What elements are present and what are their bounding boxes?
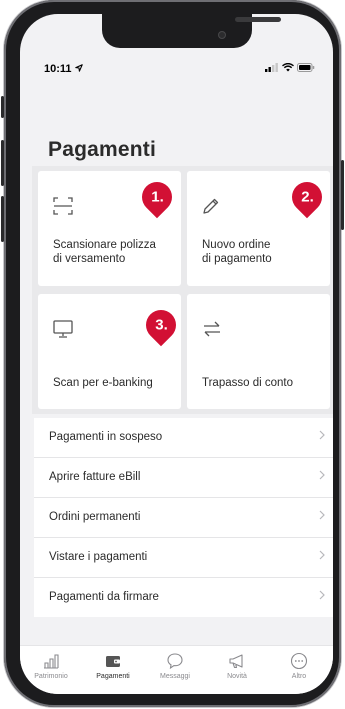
- tab-label: Patrimonio: [34, 673, 68, 680]
- tab-altro[interactable]: Altro: [268, 652, 330, 680]
- chat-bubble-icon: [167, 653, 183, 670]
- tile-label: Scan per e-banking: [53, 377, 153, 389]
- battery-icon: [297, 63, 315, 72]
- volume-up-button: [1, 140, 4, 186]
- tab-label: Altro: [291, 673, 307, 680]
- bottom-tab-bar: Patrimonio Pagamenti Messaggi Novità Alt…: [20, 645, 333, 694]
- tile-label: Scansionare polizza di versamento: [53, 239, 156, 265]
- page-title: Pagamenti: [48, 138, 156, 161]
- megaphone-icon: [229, 654, 243, 669]
- list-item-pending-payments[interactable]: Pagamenti in sospeso: [34, 418, 333, 458]
- scan-frame-icon: [53, 197, 73, 215]
- wifi-icon: [282, 63, 294, 72]
- list-item-label: Aprire fatture eBill: [49, 471, 141, 483]
- tab-messaggi[interactable]: Messaggi: [144, 652, 206, 680]
- more-dots-icon: [290, 652, 308, 670]
- status-time-text: 10:11: [44, 63, 72, 75]
- signal-icon: [265, 63, 278, 72]
- chevron-right-icon: [319, 550, 325, 560]
- status-icons: [265, 63, 315, 72]
- phone-frame: 10:11 Pagamenti Scansionare polizza di v…: [1, 0, 344, 707]
- tile-account-transfer[interactable]: Trapasso di conto: [187, 294, 330, 409]
- list-item-approve-payments[interactable]: Vistare i pagamenti: [34, 538, 333, 578]
- chevron-right-icon: [319, 470, 325, 480]
- tile-label: Nuovo ordine di pagamento: [202, 239, 272, 265]
- chevron-right-icon: [319, 510, 325, 520]
- wallet-icon: [106, 656, 120, 667]
- chevron-right-icon: [319, 590, 325, 600]
- tab-label: Messaggi: [160, 673, 190, 680]
- notch: [102, 14, 281, 48]
- mute-switch: [1, 96, 4, 118]
- tab-label: Pagamenti: [96, 673, 130, 680]
- list-item-payments-to-sign[interactable]: Pagamenti da firmare: [34, 578, 333, 617]
- bar-chart-icon: [44, 654, 59, 669]
- tab-pagamenti[interactable]: Pagamenti: [82, 652, 144, 680]
- chevron-right-icon: [319, 430, 325, 440]
- tab-patrimonio[interactable]: Patrimonio: [20, 652, 82, 680]
- payment-tiles-grid: Scansionare polizza di versamento Nuovo o…: [32, 166, 333, 414]
- transfer-arrows-icon: [204, 321, 220, 337]
- power-button: [341, 160, 344, 230]
- list-item-standing-orders[interactable]: Ordini permanenti: [34, 498, 333, 538]
- list-item-open-ebill[interactable]: Aprire fatture eBill: [34, 458, 333, 498]
- tab-label: Novità: [227, 673, 247, 680]
- payments-menu-list: Pagamenti in sospeso Aprire fatture eBil…: [34, 418, 333, 617]
- phone-screen: 10:11 Pagamenti Scansionare polizza di v…: [20, 14, 333, 694]
- status-time: 10:11: [44, 63, 83, 75]
- list-item-label: Ordini permanenti: [49, 511, 141, 523]
- front-camera: [218, 31, 226, 39]
- list-item-label: Vistare i pagamenti: [49, 551, 148, 563]
- list-item-label: Pagamenti da firmare: [49, 591, 159, 603]
- tile-label: Trapasso di conto: [202, 377, 293, 389]
- list-item-label: Pagamenti in sospeso: [49, 431, 163, 443]
- volume-down-button: [1, 196, 4, 242]
- monitor-icon: [53, 320, 73, 338]
- location-arrow-icon: [74, 64, 83, 72]
- tab-novita[interactable]: Novità: [206, 652, 268, 680]
- pencil-icon: [203, 198, 219, 214]
- speaker: [235, 17, 281, 22]
